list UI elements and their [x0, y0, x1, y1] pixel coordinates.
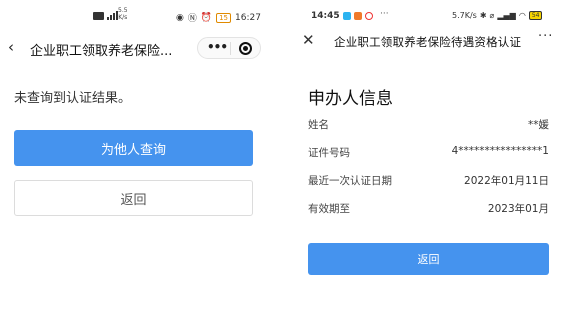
signal-bars-icon — [107, 11, 118, 20]
info-row-id-number: 证件号码 4****************1 — [308, 145, 549, 161]
status-time: 16:27 — [235, 12, 261, 23]
signal-bars-icon: ▂▄▆ — [497, 11, 516, 20]
more-menu-icon[interactable]: ••• — [207, 40, 228, 54]
nfc-icon: Ⓝ — [187, 14, 197, 24]
speed-unit: K/s — [118, 14, 128, 21]
close-miniprogram-icon[interactable] — [239, 42, 252, 55]
back-button[interactable]: 返回 — [308, 243, 549, 275]
alarm-icon: ⏰ — [200, 12, 213, 23]
status-right: 5.7K/s ✱ ⌀ ▂▄▆ ◠ 54 — [452, 11, 543, 20]
info-value: **媛 — [528, 119, 549, 131]
page-title: 企业职工领取养老保险... — [30, 44, 173, 59]
status-time: 14:45 — [311, 11, 340, 21]
capsule-divider — [230, 42, 231, 55]
bluetooth-icon: ✱ — [479, 11, 487, 20]
info-row-valid-until: 有效期至 2023年01月 — [308, 201, 549, 217]
back-button[interactable]: 返回 — [14, 180, 253, 216]
right-phone-screen: 14:45 ··· 5.7K/s ✱ ⌀ ▂▄▆ ◠ 54 ✕ 企业职工领取养老… — [296, 0, 564, 329]
screen-gap — [268, 0, 296, 329]
page-title: 企业职工领取养老保险待遇资格认证 — [334, 35, 522, 49]
speed-value: 5.5 — [118, 7, 128, 14]
info-value: 2022年01月11日 — [464, 175, 549, 187]
info-row-last-auth-date: 最近一次认证日期 2022年01月11日 — [308, 173, 549, 189]
notification-icons — [343, 12, 373, 20]
app-notification-icon — [365, 12, 373, 20]
info-row-name: 姓名 **媛 — [308, 117, 549, 133]
nav-bar: ‹ 企业职工领取养老保险... ••• — [0, 34, 268, 62]
info-label: 姓名 — [308, 119, 329, 131]
info-value: 4****************1 — [451, 145, 549, 157]
back-arrow-icon[interactable]: ‹ — [8, 38, 14, 56]
network-speed: 5.7K/s — [452, 11, 477, 20]
app-notification-icon — [343, 12, 351, 20]
more-menu-icon[interactable]: ··· — [538, 29, 553, 44]
status-bar: 5.5 K/s ◉ Ⓝ ⏰ 15 16:27 — [0, 7, 268, 26]
status-right: ◉ Ⓝ ⏰ 15 16:27 — [176, 11, 261, 24]
miniprogram-capsule: ••• — [197, 37, 261, 59]
section-title: 申办人信息 — [308, 89, 393, 109]
signal-indicator — [93, 11, 118, 20]
info-label: 证件号码 — [308, 147, 350, 159]
app-notification-icon — [354, 12, 362, 20]
more-notifications-icon: ··· — [380, 9, 389, 19]
battery-icon: 54 — [528, 11, 543, 20]
query-for-others-button[interactable]: 为他人查询 — [14, 130, 253, 166]
close-icon[interactable]: ✕ — [302, 31, 315, 49]
network-speed: 5.5 K/s — [118, 7, 128, 21]
hd-icon — [93, 11, 104, 20]
info-label: 有效期至 — [308, 203, 350, 215]
status-bar: 14:45 ··· 5.7K/s ✱ ⌀ ▂▄▆ ◠ 54 — [296, 9, 564, 26]
info-label: 最近一次认证日期 — [308, 175, 392, 187]
screenshot-composite: 5.5 K/s ◉ Ⓝ ⏰ 15 16:27 ‹ 企业职工领取养老保险... •… — [0, 0, 564, 329]
wifi-icon: ◠ — [518, 11, 526, 20]
left-phone-screen: 5.5 K/s ◉ Ⓝ ⏰ 15 16:27 ‹ 企业职工领取养老保险... •… — [0, 0, 268, 329]
result-message: 未查询到认证结果。 — [14, 91, 132, 106]
nav-bar: ✕ 企业职工领取养老保险待遇资格认证 ··· — [296, 29, 564, 55]
info-value: 2023年01月 — [487, 203, 549, 215]
battery-icon: 15 — [216, 12, 232, 23]
mute-icon: ⌀ — [489, 11, 495, 20]
eye-icon: ◉ — [176, 12, 184, 23]
